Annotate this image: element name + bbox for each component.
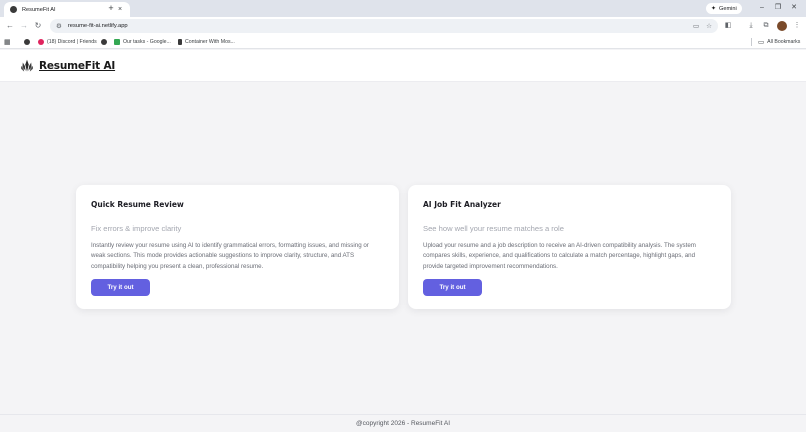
crystal-logo-icon <box>21 59 33 72</box>
install-app-icon[interactable]: ▭ <box>693 22 699 30</box>
bookmark-globe[interactable] <box>24 37 30 47</box>
extensions-icon[interactable]: ⧉ <box>760 20 772 32</box>
bookmark-google-tasks[interactable]: Our tasks - Google... <box>114 37 171 47</box>
reload-icon[interactable]: ↻ <box>32 20 44 32</box>
restore-icon[interactable]: ❐ <box>771 2 785 14</box>
folder-icon: ▭ <box>758 39 765 46</box>
new-tab-button[interactable]: + <box>106 2 116 15</box>
bookmark-star-icon[interactable]: ☆ <box>706 22 712 30</box>
bookmark-discord[interactable]: (18) Discord | Friends <box>38 37 97 47</box>
forward-icon[interactable]: → <box>18 20 30 32</box>
copyright-text: @copyright 2026 - ResumeFit AI <box>355 420 451 427</box>
card-description: Upload your resume and a job description… <box>423 242 696 270</box>
gemini-label: Gemini <box>719 5 737 12</box>
bookmark-label: Our tasks - Google... <box>123 39 171 45</box>
profile-avatar[interactable] <box>777 21 787 31</box>
page-footer: @copyright 2026 - ResumeFit AI <box>0 414 806 432</box>
url-text: resume-fit-ai.netlify.app <box>67 23 128 29</box>
browser-tab-strip: ResumeFit AI × + ✦ Gemini – ❐ ✕ <box>0 0 806 17</box>
google-tasks-icon <box>114 39 120 45</box>
site-favicon-icon <box>10 6 17 13</box>
minimize-icon[interactable]: – <box>755 2 769 14</box>
browser-toolbar: ← → ↻ ⚙ resume-fit-ai.netlify.app ▭ ☆ ◧ … <box>0 17 806 35</box>
card-title: Quick Resume Review <box>91 200 184 209</box>
discord-icon <box>38 39 44 45</box>
globe-icon <box>24 39 30 45</box>
all-bookmarks-label: All Bookmarks <box>767 39 801 45</box>
side-panel-icon[interactable]: ◧ <box>722 20 734 32</box>
bookmarks-bar: ▦ (18) Discord | Friends Our tasks - Goo… <box>0 35 806 49</box>
menu-kebab-icon[interactable]: ⋮ <box>791 20 803 32</box>
all-bookmarks-button[interactable]: ▭ All Bookmarks <box>758 37 800 47</box>
download-icon[interactable]: ⤓ <box>745 20 757 32</box>
gemini-button[interactable]: ✦ Gemini <box>706 3 742 14</box>
try-it-out-button[interactable]: Try it out <box>91 279 150 296</box>
bookmark-globe-2[interactable] <box>101 37 107 47</box>
card-title: AI Job Fit Analyzer <box>423 200 501 209</box>
back-icon[interactable]: ← <box>4 20 16 32</box>
tab-title: ResumeFit AI <box>22 6 56 13</box>
app-header <box>0 50 806 82</box>
card-subtitle: See how well your resume matches a role <box>423 224 564 233</box>
app-logo[interactable]: ResumeFit AI <box>20 59 115 73</box>
bookmark-label: Container With Mos... <box>185 39 235 45</box>
card-description: Instantly review your resume using AI to… <box>91 242 369 270</box>
quick-resume-review-card: Quick Resume Review Fix errors & improve… <box>76 185 399 309</box>
try-it-out-button[interactable]: Try it out <box>423 279 482 296</box>
bookmarks-divider <box>751 38 752 46</box>
apps-grid-icon[interactable]: ▦ <box>4 37 11 47</box>
address-bar[interactable]: ⚙ resume-fit-ai.netlify.app ▭ ☆ <box>50 19 718 33</box>
close-window-icon[interactable]: ✕ <box>787 2 801 14</box>
globe-icon <box>101 39 107 45</box>
leetcode-icon <box>178 39 182 45</box>
site-settings-icon[interactable]: ⚙ <box>56 22 62 30</box>
close-icon[interactable]: × <box>116 6 124 13</box>
card-subtitle: Fix errors & improve clarity <box>91 224 182 233</box>
app-name: ResumeFit AI <box>39 60 116 72</box>
bookmark-leetcode[interactable]: Container With Mos... <box>178 37 235 47</box>
ai-job-fit-analyzer-card: AI Job Fit Analyzer See how well your re… <box>408 185 731 309</box>
bookmark-label: (18) Discord | Friends <box>47 39 97 45</box>
sparkle-icon: ✦ <box>711 6 717 12</box>
